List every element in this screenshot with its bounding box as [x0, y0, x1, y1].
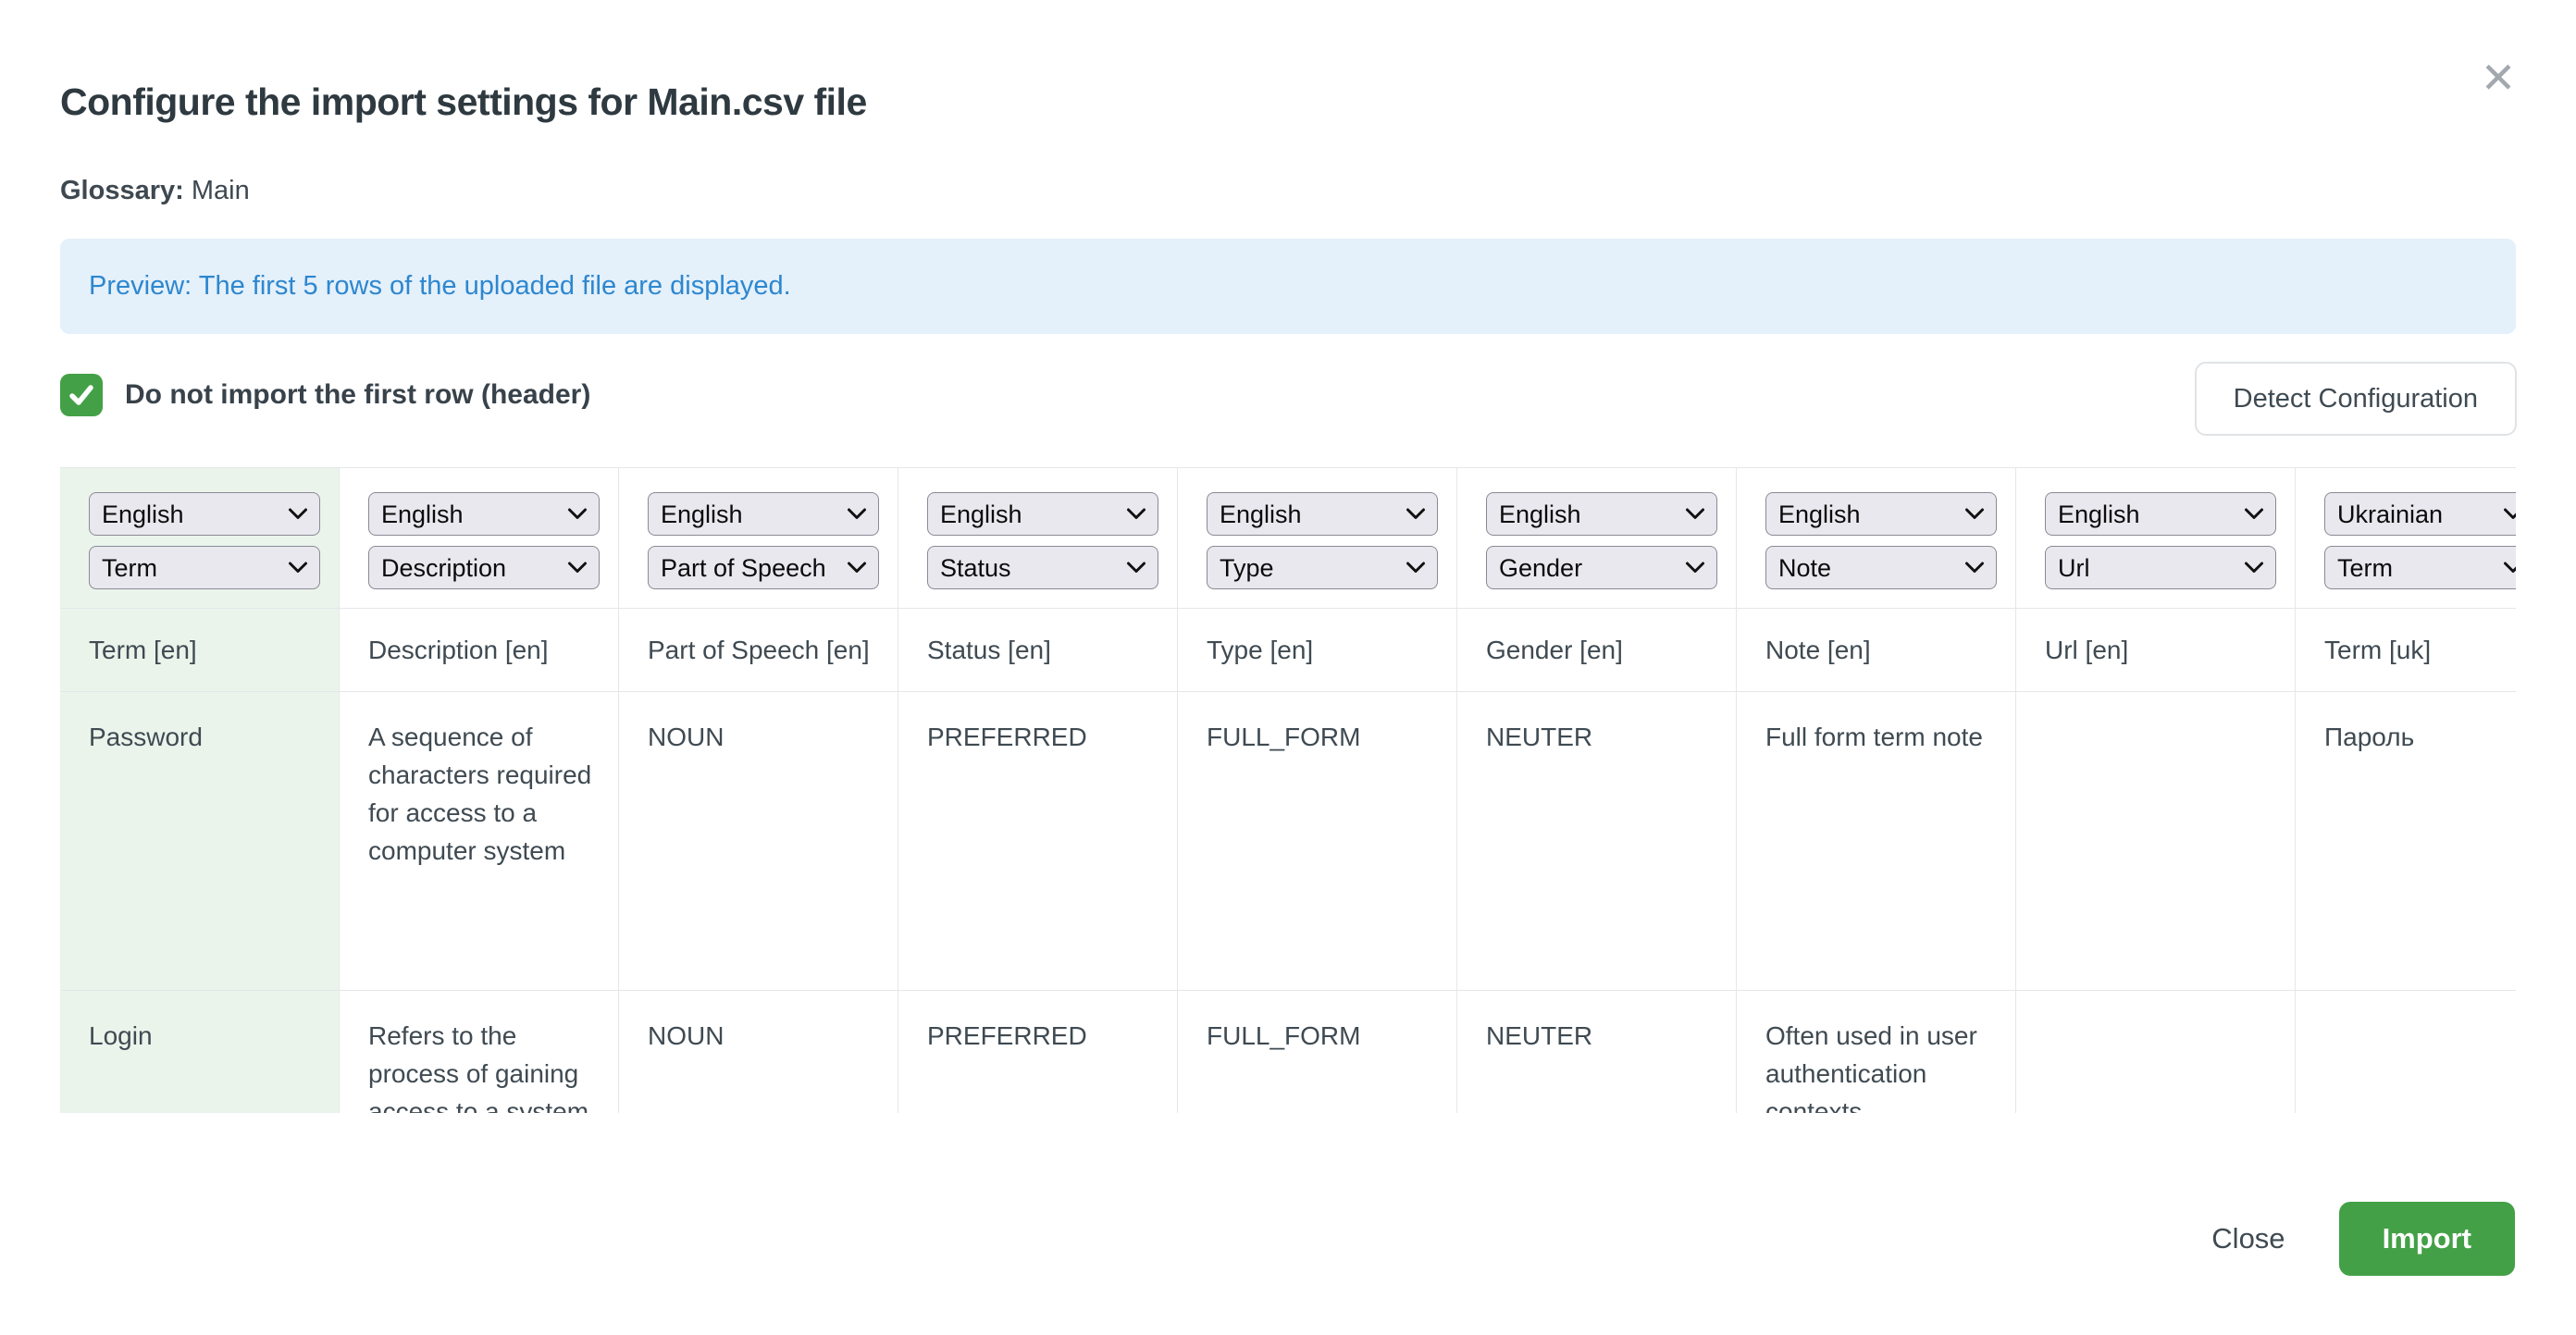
table-cell: [2016, 991, 2296, 1113]
column-header-cell: Status [en]: [898, 609, 1178, 692]
column-field-select-wrap: Term: [89, 546, 320, 589]
column-header-cell: Term [uk]: [2296, 609, 2516, 692]
column-field-select-wrap: Status: [927, 546, 1158, 589]
column-mapping-cell: Ukrainian Term: [2296, 468, 2516, 609]
table-cell: Password: [60, 692, 340, 991]
column-field-select-8[interactable]: Term: [2324, 546, 2516, 589]
column-field-select-wrap: Term: [2324, 546, 2516, 589]
column-language-select-wrap: English: [648, 492, 879, 536]
preview-notice-banner: Preview: The first 5 rows of the uploade…: [60, 239, 2516, 334]
column-language-select-7[interactable]: English: [2045, 492, 2276, 536]
close-icon[interactable]: ✕: [2469, 48, 2528, 107]
table-cell: PREFERRED: [898, 991, 1178, 1113]
column-language-select-2[interactable]: English: [648, 492, 879, 536]
table-row: LoginRefers to the process of gaining ac…: [60, 991, 2516, 1113]
table-cell: Full form term note: [1737, 692, 2016, 991]
table-header-row: Term [en]Description [en]Part of Speech …: [60, 609, 2516, 692]
glossary-label: Glossary:: [60, 176, 184, 205]
table-cell: PREFERRED: [898, 692, 1178, 991]
column-header-cell: Url [en]: [2016, 609, 2296, 692]
column-field-select-6[interactable]: Note: [1765, 546, 1997, 589]
column-header-cell: Type [en]: [1178, 609, 1457, 692]
table-cell: NOUN: [619, 692, 898, 991]
column-language-select-4[interactable]: English: [1207, 492, 1438, 536]
column-field-select-wrap: Note: [1765, 546, 1997, 589]
table-cell: Login: [60, 991, 340, 1113]
column-field-select-wrap: Gender: [1486, 546, 1717, 589]
table-cell: Пароль: [2296, 692, 2516, 991]
header-row-option: Do not import the first row (header): [60, 374, 590, 416]
table-cell: [2296, 991, 2516, 1113]
table-cell: NOUN: [619, 991, 898, 1113]
column-field-select-5[interactable]: Gender: [1486, 546, 1717, 589]
column-language-select-wrap: English: [1486, 492, 1717, 536]
table-cell: Refers to the process of gaining access …: [340, 991, 619, 1113]
preview-notice-text: Preview: The first 5 rows of the uploade…: [89, 271, 791, 302]
column-language-select-wrap: English: [1207, 492, 1438, 536]
column-field-select-1[interactable]: Description: [368, 546, 600, 589]
column-field-select-0[interactable]: Term: [89, 546, 320, 589]
table-cell: Often used in user authentication contex…: [1737, 991, 2016, 1113]
column-language-select-wrap: Ukrainian: [2324, 492, 2516, 536]
column-language-select-8[interactable]: Ukrainian: [2324, 492, 2516, 536]
import-preview-table: English Term English Description English Part…: [60, 467, 2516, 1113]
column-language-select-wrap: English: [1765, 492, 1997, 536]
column-header-cell: Description [en]: [340, 609, 619, 692]
column-field-select-wrap: Url: [2045, 546, 2276, 589]
column-language-select-1[interactable]: English: [368, 492, 600, 536]
dialog-footer: Close Import: [2211, 1202, 2515, 1276]
column-field-select-2[interactable]: Part of Speech: [648, 546, 879, 589]
column-header-cell: Part of Speech [en]: [619, 609, 898, 692]
column-header-cell: Term [en]: [60, 609, 340, 692]
column-language-select-wrap: English: [927, 492, 1158, 536]
column-mapping-cell: English Status: [898, 468, 1178, 609]
column-mapping-row: English Term English Description English Part…: [60, 468, 2516, 609]
import-preview-table-wrap: English Term English Description English Part…: [60, 467, 2516, 1113]
table-cell: [2016, 692, 2296, 991]
column-mapping-cell: English Part of Speech: [619, 468, 898, 609]
detect-configuration-button[interactable]: Detect Configuration: [2195, 362, 2517, 436]
table-cell: FULL_FORM: [1178, 991, 1457, 1113]
import-button[interactable]: Import: [2339, 1202, 2515, 1276]
column-mapping-cell: English Type: [1178, 468, 1457, 609]
column-field-select-wrap: Description: [368, 546, 600, 589]
column-header-cell: Note [en]: [1737, 609, 2016, 692]
table-row: PasswordA sequence of characters require…: [60, 692, 2516, 991]
column-mapping-cell: English Description: [340, 468, 619, 609]
column-language-select-wrap: English: [2045, 492, 2276, 536]
column-mapping-cell: English Note: [1737, 468, 2016, 609]
glossary-line: Glossary: Main: [60, 176, 250, 206]
column-mapping-cell: English Url: [2016, 468, 2296, 609]
table-cell: FULL_FORM: [1178, 692, 1457, 991]
close-button[interactable]: Close: [2211, 1222, 2285, 1255]
column-language-select-0[interactable]: English: [89, 492, 320, 536]
column-language-select-5[interactable]: English: [1486, 492, 1717, 536]
glossary-value: Main: [192, 176, 250, 205]
skip-header-label: Do not import the first row (header): [125, 379, 590, 411]
column-language-select-3[interactable]: English: [927, 492, 1158, 536]
skip-header-checkbox[interactable]: [60, 374, 103, 416]
column-field-select-wrap: Type: [1207, 546, 1438, 589]
column-mapping-cell: English Term: [60, 468, 340, 609]
dialog-title: Configure the import settings for Main.c…: [60, 80, 867, 124]
column-mapping-cell: English Gender: [1457, 468, 1737, 609]
column-field-select-7[interactable]: Url: [2045, 546, 2276, 589]
table-cell: A sequence of characters required for ac…: [340, 692, 619, 991]
column-field-select-4[interactable]: Type: [1207, 546, 1438, 589]
table-cell: NEUTER: [1457, 692, 1737, 991]
column-field-select-3[interactable]: Status: [927, 546, 1158, 589]
column-language-select-wrap: English: [368, 492, 600, 536]
column-language-select-wrap: English: [89, 492, 320, 536]
column-field-select-wrap: Part of Speech: [648, 546, 879, 589]
checkmark-icon: [68, 384, 94, 406]
table-cell: NEUTER: [1457, 991, 1737, 1113]
column-language-select-6[interactable]: English: [1765, 492, 1997, 536]
column-header-cell: Gender [en]: [1457, 609, 1737, 692]
